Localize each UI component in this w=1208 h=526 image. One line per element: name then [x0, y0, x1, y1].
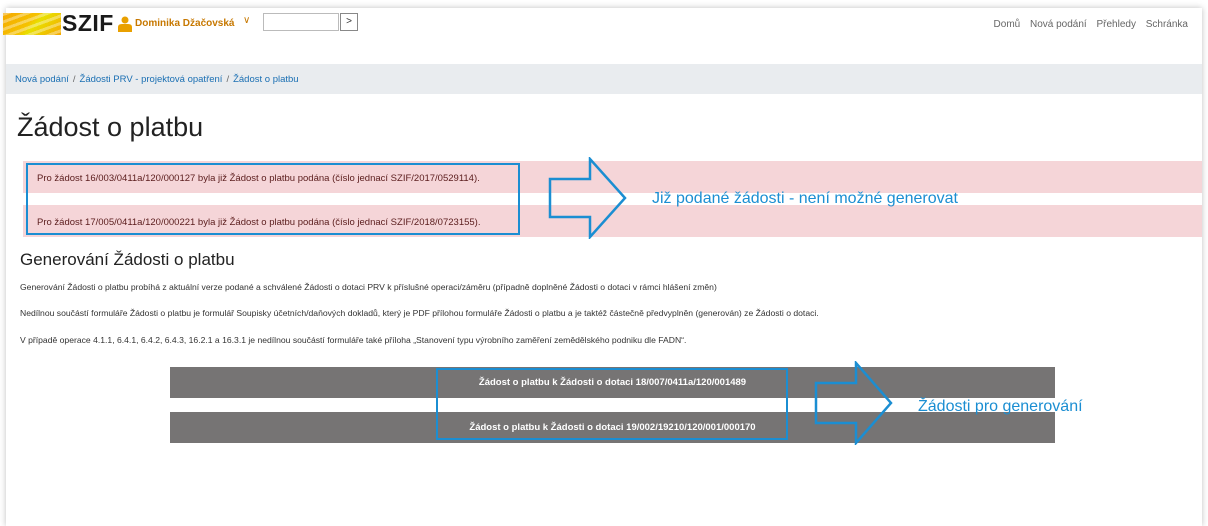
- breadcrumb-separator: /: [72, 74, 76, 85]
- annotation-to-generate: Žádosti pro generování: [918, 398, 1083, 415]
- highlight-box: [436, 368, 788, 440]
- nav-item-overviews[interactable]: Přehledy: [1097, 19, 1136, 30]
- top-nav: Domů Nová podání Přehledy Schránka: [987, 19, 1188, 30]
- search-button[interactable]: >: [340, 13, 358, 31]
- annotation-submitted: Již podané žádosti - není možné generova…: [652, 190, 958, 207]
- breadcrumb-link[interactable]: Žádost o platbu: [233, 74, 299, 85]
- chevron-down-icon[interactable]: ∨: [243, 15, 250, 26]
- page-title: Žádost o platbu: [17, 112, 204, 142]
- nav-item-home[interactable]: Domů: [994, 19, 1021, 30]
- paragraph: V případě operace 4.1.1, 6.4.1, 6.4.2, 6…: [20, 335, 687, 345]
- logo-graphic: [3, 13, 61, 35]
- breadcrumb-separator: /: [226, 74, 230, 85]
- user-icon: [118, 16, 132, 32]
- nav-item-new-submissions[interactable]: Nová podání: [1030, 19, 1087, 30]
- arrow-right-icon: [814, 361, 893, 445]
- nav-item-inbox[interactable]: Schránka: [1146, 19, 1188, 30]
- breadcrumb-link[interactable]: Žádosti PRV - projektová opatření: [80, 74, 223, 85]
- breadcrumb: Nová podání / Žádosti PRV - projektová opa…: [6, 64, 1202, 94]
- arrow-right-icon: [548, 157, 627, 239]
- user-menu[interactable]: Dominika Džačovská: [135, 18, 235, 29]
- breadcrumb-link[interactable]: Nová podání: [15, 74, 69, 85]
- paragraph: Nedílnou součástí formuláře Žádosti o pl…: [20, 308, 819, 318]
- logo[interactable]: SZIF: [62, 10, 114, 37]
- section-title: Generování Žádosti o platbu: [20, 250, 235, 269]
- highlight-box: [26, 163, 520, 235]
- top-bar: SZIF Dominika Džačovská ∨ > Domů Nová po…: [0, 10, 1196, 38]
- paragraph: Generování Žádosti o platbu probíhá z ak…: [20, 282, 717, 292]
- search-input[interactable]: [263, 13, 339, 31]
